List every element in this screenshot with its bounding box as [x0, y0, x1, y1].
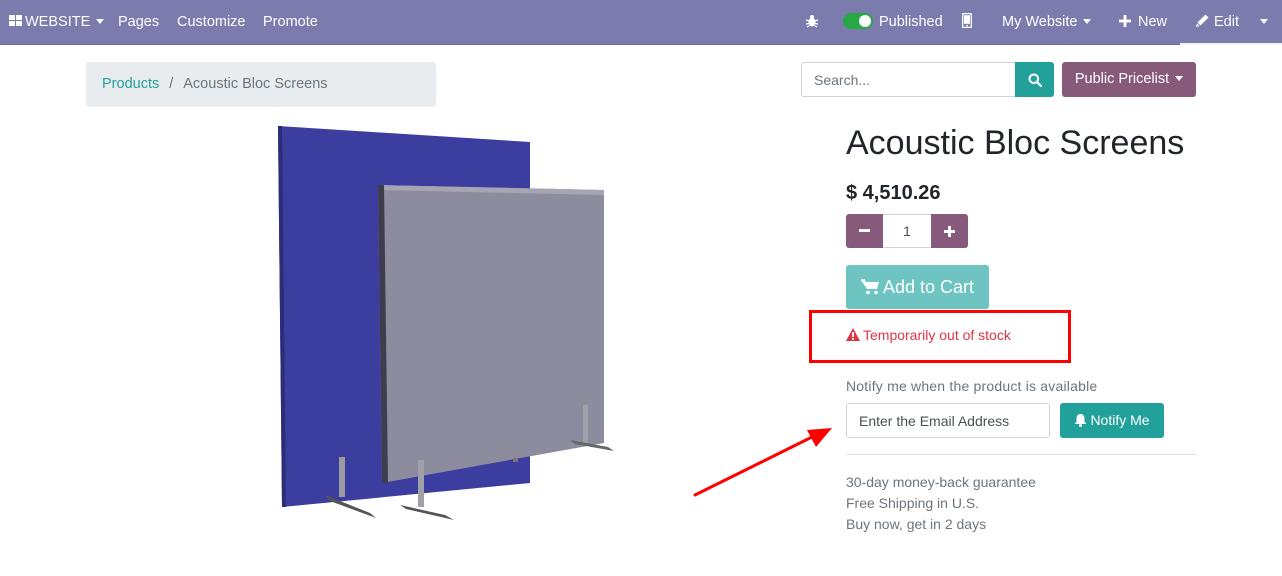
notify-label: Notify me when the product is available [846, 378, 1098, 394]
terms-line-guarantee: 30-day money-back guarantee [846, 474, 1036, 490]
breadcrumb: Products / Acoustic Bloc Screens [86, 62, 436, 107]
product-title: Acoustic Bloc Screens [846, 124, 1185, 162]
edit-button[interactable]: Edit [1196, 0, 1239, 45]
chevron-down-icon [96, 18, 105, 24]
active-underline [1180, 43, 1282, 45]
breadcrumb-current: Acoustic Bloc Screens [183, 76, 328, 92]
mobile-preview-button[interactable] [962, 0, 972, 45]
notify-me-button[interactable]: Notify Me [1060, 403, 1164, 438]
product-price: $ 4,510.26 [846, 182, 941, 204]
quantity-input[interactable] [883, 214, 931, 248]
add-to-cart-button[interactable]: Add to Cart [846, 265, 989, 309]
published-label: Published [879, 14, 943, 30]
website-menu-label: WEBSITE [25, 14, 91, 30]
notify-email-input[interactable] [846, 403, 1050, 438]
add-to-cart-label: Add to Cart [882, 277, 975, 297]
chevron-down-icon [1175, 75, 1184, 81]
new-label: New [1138, 14, 1168, 30]
annotation-highlight-box [809, 310, 1071, 363]
bug-icon [805, 14, 819, 28]
search-input[interactable] [801, 62, 1016, 97]
product-image [230, 115, 670, 535]
customize-menu[interactable]: Customize [177, 0, 246, 45]
pricelist-label: Public Pricelist [1074, 71, 1170, 87]
search-icon [1028, 73, 1042, 87]
pencil-icon [1196, 14, 1209, 28]
minus-icon [859, 229, 870, 232]
chevron-down-icon [1260, 18, 1268, 24]
quantity-increase-button[interactable] [931, 214, 968, 248]
quantity-decrease-button[interactable] [846, 214, 883, 248]
edit-dropdown-toggle[interactable] [1260, 0, 1268, 45]
apps-grid-icon [9, 15, 22, 27]
toggle-switch-icon [843, 12, 873, 29]
promote-menu[interactable]: Promote [263, 0, 318, 45]
breadcrumb-products-link[interactable]: Products [102, 76, 159, 92]
website-menu-button[interactable]: WEBSITE [9, 0, 105, 45]
publish-toggle[interactable]: Published [843, 0, 943, 45]
edit-label: Edit [1214, 14, 1239, 30]
breadcrumb-separator: / [169, 76, 174, 92]
chevron-down-icon [1083, 18, 1092, 24]
my-website-label: My Website [1002, 14, 1078, 30]
product-terms: 30-day money-back guarantee Free Shippin… [846, 472, 1036, 535]
pages-menu[interactable]: Pages [118, 0, 159, 45]
bell-icon [1074, 413, 1087, 427]
pricelist-dropdown[interactable]: Public Pricelist [1062, 62, 1196, 97]
terms-line-delivery: Buy now, get in 2 days [846, 516, 987, 532]
plus-icon [944, 225, 955, 237]
my-website-menu[interactable]: My Website [1002, 0, 1092, 45]
terms-line-shipping: Free Shipping in U.S. [846, 495, 980, 511]
shopping-cart-icon [860, 279, 879, 295]
search-button[interactable] [1015, 62, 1054, 97]
divider [846, 454, 1196, 455]
plus-icon [1119, 14, 1131, 27]
annotation-arrow [690, 420, 840, 500]
notify-me-label: Notify Me [1090, 412, 1150, 428]
new-button[interactable]: New [1119, 0, 1167, 45]
mobile-icon [962, 13, 972, 29]
website-top-bar: WEBSITE Pages Customize Promote Publishe… [0, 0, 1282, 45]
debug-button[interactable] [805, 0, 819, 45]
